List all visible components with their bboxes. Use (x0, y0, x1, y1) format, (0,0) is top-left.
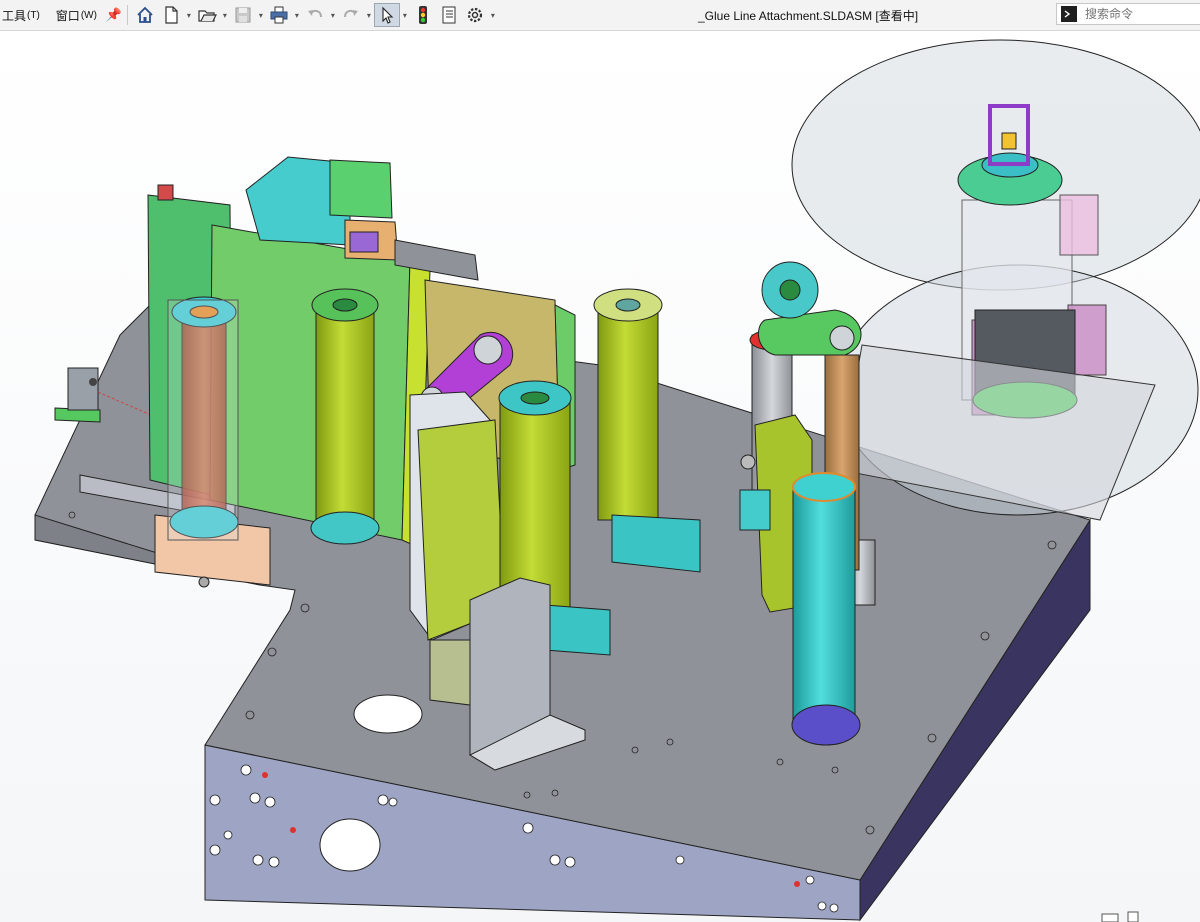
new-document-icon (165, 6, 178, 24)
undo-dropdown[interactable]: ▾ (328, 3, 338, 27)
print-dropdown[interactable]: ▾ (292, 3, 302, 27)
new-button[interactable] (158, 3, 184, 27)
print-icon (270, 6, 288, 24)
options-gear-icon (467, 7, 483, 23)
menu-window-label: 窗口 (55, 8, 80, 23)
search-box[interactable] (1056, 3, 1200, 25)
file-properties-button[interactable] (436, 3, 462, 27)
options-dropdown[interactable]: ▾ (488, 3, 498, 27)
pin-icon[interactable]: 📌 (105, 7, 123, 23)
base-hole-top (353, 694, 423, 734)
select-button[interactable] (373, 3, 400, 27)
menu-tools-accelerator: (T) (27, 9, 40, 21)
traffic-light-icon (418, 6, 427, 24)
undo-icon (307, 9, 322, 18)
menu-window-accelerator: (W) (80, 9, 97, 21)
rebuild-button[interactable] (410, 3, 436, 27)
search-input[interactable] (1083, 6, 1197, 22)
redo-icon (343, 9, 358, 18)
top-toolbar: 工具 (T) 窗口 (W) 📌 ▾ ▾ ▾ ▾ ▾ ▾ ▾ ▾ (0, 0, 1200, 31)
file-properties-icon (442, 6, 456, 24)
menu-tools-label: 工具 (2, 8, 27, 23)
roller-teal (791, 472, 861, 746)
roller-lime-1 (310, 288, 380, 545)
redo-button[interactable] (338, 3, 364, 27)
select-dropdown[interactable]: ▾ (400, 3, 410, 27)
options-button[interactable] (462, 3, 488, 27)
open-dropdown[interactable]: ▾ (220, 3, 230, 27)
menu-window[interactable]: 窗口 (W) (48, 0, 105, 30)
save-dropdown[interactable]: ▾ (256, 3, 266, 27)
window-title: _Glue Line Attachment.SLDASM [查看中] (698, 9, 919, 23)
graphics-area[interactable] (0, 31, 1200, 922)
roller-orange (167, 296, 239, 541)
undo-button[interactable] (302, 3, 328, 27)
save-icon (235, 7, 251, 23)
save-button[interactable] (230, 3, 256, 27)
command-prompt-icon (1061, 6, 1077, 22)
select-arrow-icon (382, 6, 394, 24)
menu-tools[interactable]: 工具 (T) (0, 0, 48, 30)
open-folder-icon (198, 10, 217, 22)
home-icon (137, 6, 153, 23)
new-dropdown[interactable]: ▾ (184, 3, 194, 27)
toolbar-separator (126, 5, 128, 25)
base-hole-side (319, 818, 381, 872)
redo-dropdown[interactable]: ▾ (364, 3, 374, 27)
home-button[interactable] (132, 3, 158, 27)
print-button[interactable] (266, 3, 292, 27)
open-button[interactable] (194, 3, 220, 27)
